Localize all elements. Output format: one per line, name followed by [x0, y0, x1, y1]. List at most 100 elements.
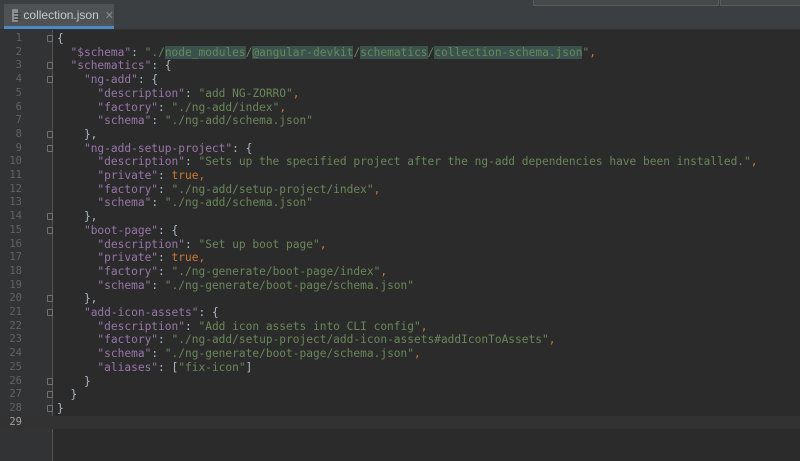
code-editor[interactable]: 1{2 "$schema": "./node_modules/@angular-…	[0, 30, 800, 461]
code-line[interactable]: 1{	[0, 32, 800, 46]
code-token: : {	[137, 73, 159, 87]
code-line[interactable]: 6 "factory": "./ng-add/index",	[0, 101, 800, 115]
code-line[interactable]: 17 "private": true,	[0, 251, 800, 265]
code-line[interactable]: 15 "boot-page": {	[0, 224, 800, 238]
code-token: "description"	[97, 86, 185, 100]
code-line[interactable]: 10 "description": "Sets up the specified…	[0, 155, 800, 169]
code-token: "description"	[97, 319, 185, 333]
code-token: :	[158, 251, 172, 265]
code-token: :	[184, 319, 199, 333]
code-token: :	[158, 182, 172, 196]
fold-marker-icon[interactable]	[47, 295, 53, 303]
code-token: "description"	[97, 155, 185, 169]
code-line[interactable]: 8 },	[0, 128, 800, 142]
code-line[interactable]: 23 "factory": "./ng-add/setup-project/ad…	[0, 333, 800, 347]
code-token: "./ng-add/setup-project/add-icon-assets#…	[171, 333, 549, 347]
code-token: :	[151, 347, 165, 361]
code-token: : {	[232, 141, 253, 155]
line-number: 15	[9, 223, 22, 236]
code-token: "schematics"	[70, 59, 152, 73]
top-field-right[interactable]	[720, 0, 800, 6]
code-line[interactable]: 2 "$schema": "./node_modules/@angular-de…	[0, 45, 800, 60]
code-text: "aliases": ["fix-icon"]	[57, 361, 252, 375]
code-text: "ng-add": {	[57, 73, 158, 87]
fold-marker-icon[interactable]	[47, 213, 53, 221]
fold-marker-icon[interactable]	[47, 377, 53, 385]
code-token: ,	[198, 251, 206, 265]
fold-marker-icon[interactable]	[47, 130, 53, 138]
close-icon[interactable]: ✕	[105, 9, 114, 22]
fold-marker-icon[interactable]	[47, 309, 53, 316]
code-text: "schema": "./ng-add/schema.json"	[57, 196, 313, 210]
code-line[interactable]: 18 "factory": "./ng-generate/boot-page/i…	[0, 265, 800, 279]
code-token: "description"	[97, 237, 185, 251]
code-token: :	[158, 264, 172, 278]
fold-marker-icon[interactable]	[47, 226, 53, 234]
code-line[interactable]: 19 "schema": "./ng-generate/boot-page/sc…	[0, 279, 800, 293]
line-number: 25	[9, 360, 22, 373]
line-number: 5	[15, 86, 22, 99]
code-line[interactable]: 12 "factory": "./ng-add/setup-project/in…	[0, 183, 800, 197]
code-token: "Sets up the specified project after the…	[198, 155, 751, 169]
code-line[interactable]: 16 "description": "Set up boot page",	[0, 238, 800, 252]
line-number: 16	[9, 237, 22, 250]
code-token: ,	[420, 319, 428, 333]
code-token: ,	[380, 264, 388, 278]
code-token: : {	[151, 59, 172, 73]
code-token: "$schema"	[70, 45, 132, 59]
code-token: : {	[198, 306, 219, 319]
code-token: "add NG-ZORRO"	[198, 86, 293, 100]
code-text: "description": "add NG-ZORRO",	[57, 86, 299, 101]
fold-marker-icon[interactable]	[47, 144, 53, 152]
line-number: 8	[15, 127, 22, 140]
fold-marker-icon[interactable]	[47, 404, 53, 412]
code-token: "boot-page"	[83, 223, 159, 237]
code-text: },	[57, 292, 97, 306]
code-token: ,	[414, 347, 421, 361]
fold-marker-icon[interactable]	[47, 76, 53, 84]
code-text: }	[57, 375, 91, 389]
code-line[interactable]: 25 "aliases": ["fix-icon"]	[0, 361, 800, 375]
code-token: node_modules	[164, 45, 246, 59]
code-line[interactable]: 11 "private": true,	[0, 169, 800, 183]
code-line[interactable]: 28}	[0, 402, 800, 416]
line-number: 21	[9, 306, 22, 318]
top-field-left[interactable]	[533, 0, 719, 6]
code-token: ,	[279, 100, 287, 114]
code-line[interactable]: 24 "schema": "./ng-generate/boot-page/sc…	[0, 347, 800, 361]
code-token: :	[151, 196, 165, 210]
code-line[interactable]: 20 },	[0, 292, 800, 306]
line-number: 1	[15, 32, 22, 44]
code-line[interactable]: 27 }	[0, 388, 800, 402]
code-text: "schema": "./ng-generate/boot-page/schem…	[57, 279, 414, 293]
code-line[interactable]: 21 "add-icon-assets": {	[0, 306, 800, 320]
code-token: :	[184, 86, 199, 100]
fold-marker-icon[interactable]	[47, 35, 53, 42]
fold-marker-icon[interactable]	[47, 62, 53, 70]
code-line[interactable]: 3 "schematics": {	[0, 59, 800, 73]
code-token: "ng-add-setup-project"	[83, 141, 233, 155]
code-line[interactable]: 4 "ng-add": {	[0, 73, 800, 87]
code-line[interactable]: 9 "ng-add-setup-project": {	[0, 142, 800, 156]
code-line[interactable]: 7 "schema": "./ng-add/schema.json"	[0, 114, 800, 128]
code-line[interactable]: 22 "description": "Add icon assets into …	[0, 320, 800, 334]
code-line[interactable]: 5 "description": "add NG-ZORRO",	[0, 87, 800, 101]
code-line[interactable]: 13 "schema": "./ng-add/schema.json"	[0, 196, 800, 210]
code-token: "add-icon-assets"	[83, 306, 199, 319]
code-line[interactable]: 29	[0, 415, 800, 430]
code-line[interactable]: 14 },	[0, 210, 800, 224]
tab-collection-json[interactable]: collection.json ✕	[4, 4, 114, 29]
code-text: "private": true,	[57, 251, 205, 265]
code-token: ,	[373, 182, 381, 196]
code-line[interactable]: 26 }	[0, 375, 800, 389]
code-token: ]	[245, 360, 253, 374]
code-token: ,	[319, 237, 327, 251]
fold-marker-icon[interactable]	[47, 391, 53, 399]
